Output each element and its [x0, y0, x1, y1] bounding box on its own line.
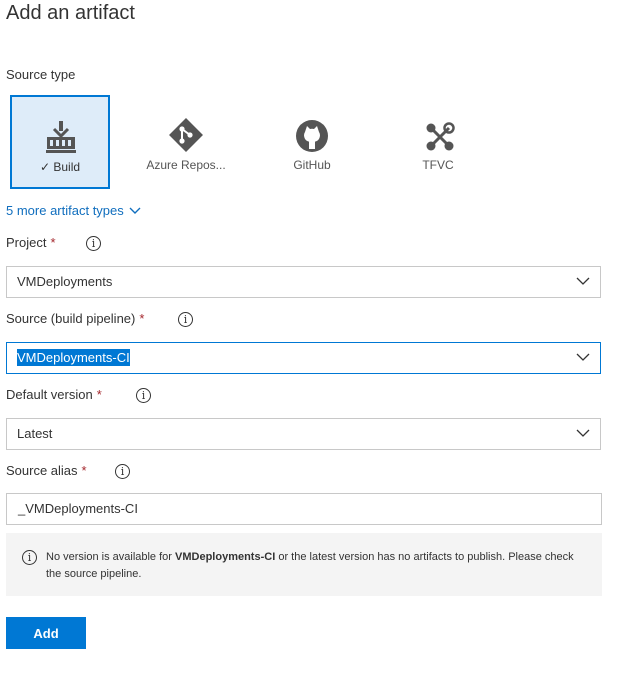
azure-repos-icon: [169, 118, 203, 152]
build-icon: [46, 121, 76, 153]
chevron-down-icon: [576, 353, 590, 361]
default-version-label: Default version *: [6, 387, 102, 402]
default-version-value: Latest: [17, 426, 53, 441]
chevron-down-icon: [129, 207, 141, 214]
source-alias-input[interactable]: _VMDeployments-CI: [6, 493, 602, 525]
source-pipeline-dropdown[interactable]: VMDeployments-CI: [6, 342, 601, 374]
source-type-tfvc-label: TFVC: [422, 158, 454, 172]
source-pipeline-value: VMDeployments-CI: [17, 349, 130, 366]
github-icon: [296, 120, 328, 152]
source-type-azure-repos[interactable]: Azure Repos...: [136, 95, 236, 189]
add-button[interactable]: Add: [6, 617, 86, 649]
info-message-bar: i No version is available for VMDeployme…: [6, 533, 602, 596]
check-icon: ✓: [39, 160, 51, 174]
info-icon: i: [22, 550, 37, 565]
source-type-github[interactable]: GitHub: [262, 95, 362, 189]
source-type-tfvc[interactable]: TFVC: [388, 95, 488, 189]
tfvc-icon: [426, 122, 455, 151]
source-type-github-label: GitHub: [293, 158, 331, 172]
source-alias-label: Source alias *: [6, 463, 87, 478]
chevron-down-icon: [576, 277, 590, 285]
default-version-dropdown[interactable]: Latest: [6, 418, 601, 450]
default-version-info-icon[interactable]: i: [136, 388, 151, 403]
info-message-text: No version is available for VMDeployment…: [46, 551, 574, 580]
project-value: VMDeployments: [17, 274, 113, 289]
source-info-icon[interactable]: i: [178, 312, 193, 327]
project-label: Project *: [6, 235, 56, 250]
source-label: Source (build pipeline) *: [6, 311, 145, 326]
source-type-label: Source type: [6, 67, 76, 82]
source-type-selector: ✓ Build Azure Repos... GitHub TFVC: [10, 95, 490, 189]
source-type-build[interactable]: ✓ Build: [10, 95, 110, 189]
source-type-azure-repos-label: Azure Repos...: [146, 158, 226, 172]
project-dropdown[interactable]: VMDeployments: [6, 266, 601, 298]
source-type-build-label: ✓ Build: [39, 160, 81, 174]
page-title: Add an artifact: [6, 2, 135, 24]
more-artifact-types-link[interactable]: 5 more artifact types: [6, 203, 141, 218]
project-info-icon[interactable]: i: [86, 236, 101, 251]
chevron-down-icon: [576, 429, 590, 437]
source-alias-info-icon[interactable]: i: [115, 464, 130, 479]
